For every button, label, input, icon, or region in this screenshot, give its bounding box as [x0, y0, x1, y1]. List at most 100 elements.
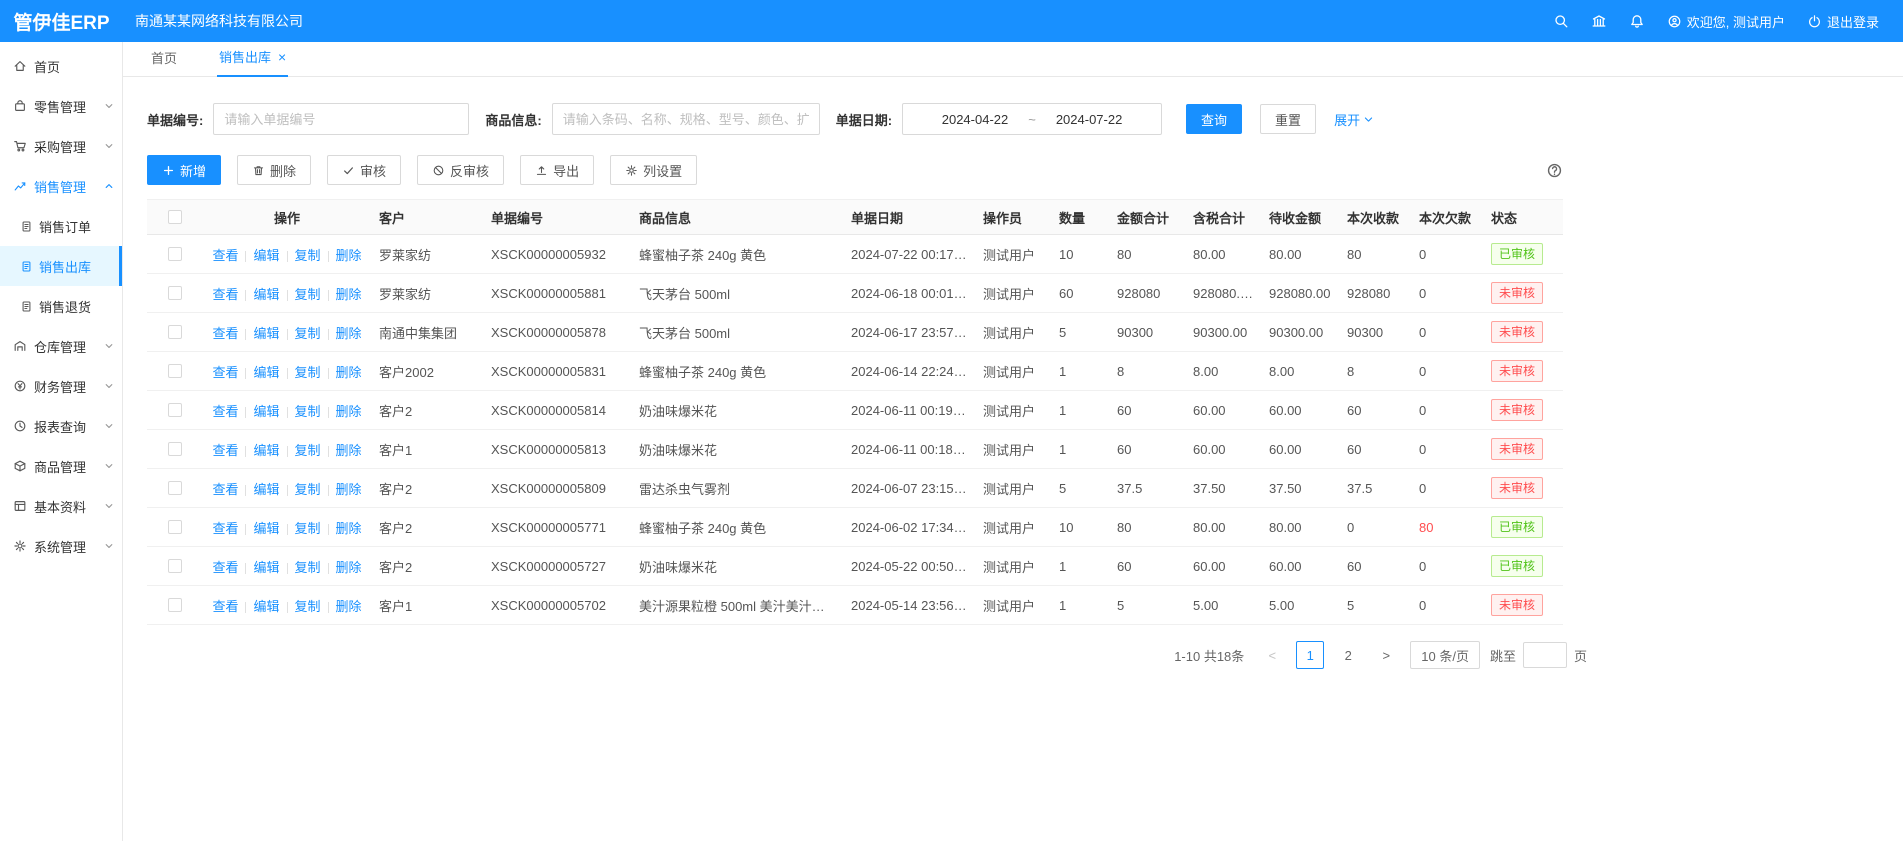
row-action-copy[interactable]: 复制 — [295, 482, 321, 497]
user-welcome[interactable]: 欢迎您, 测试用户 — [1667, 12, 1785, 31]
delete-button[interactable]: 删除 — [237, 155, 311, 185]
row-action-edit[interactable]: 编辑 — [253, 482, 279, 497]
row-action-view[interactable]: 查看 — [212, 443, 238, 458]
page-number-2[interactable]: 2 — [1334, 641, 1362, 669]
bell-icon[interactable] — [1629, 13, 1645, 29]
sidebar-item-goods[interactable]: 商品管理 — [0, 446, 122, 486]
product-info-input[interactable] — [552, 103, 820, 135]
row-action-copy[interactable]: 复制 — [295, 326, 321, 341]
sidebar-item-sales[interactable]: 销售管理 — [0, 166, 122, 206]
tab-home[interactable]: 首页 — [149, 48, 179, 76]
row-checkbox[interactable] — [168, 481, 182, 495]
add-button[interactable]: 新增 — [147, 155, 221, 185]
cell-operator: 测试用户 — [975, 430, 1051, 469]
sidebar-item-finance[interactable]: 财务管理 — [0, 366, 122, 406]
row-action-view[interactable]: 查看 — [212, 365, 238, 380]
row-action-copy[interactable]: 复制 — [295, 365, 321, 380]
row-checkbox[interactable] — [168, 325, 182, 339]
column-settings-button[interactable]: 列设置 — [610, 155, 697, 185]
bill-no-input[interactable] — [213, 103, 469, 135]
row-action-edit[interactable]: 编辑 — [253, 248, 279, 263]
bank-icon[interactable] — [1591, 13, 1607, 29]
jump-page-input[interactable] — [1523, 642, 1567, 668]
search-icon[interactable] — [1553, 13, 1569, 29]
prev-page-button[interactable]: < — [1258, 641, 1286, 669]
date-range-picker[interactable]: 2024-04-22 ~ 2024-07-22 — [902, 103, 1162, 135]
row-checkbox[interactable] — [168, 247, 182, 261]
row-action-view[interactable]: 查看 — [212, 560, 238, 575]
row-action-delete[interactable]: 删除 — [336, 248, 362, 263]
row-action-delete[interactable]: 删除 — [336, 599, 362, 614]
row-checkbox[interactable] — [168, 286, 182, 300]
row-action-view[interactable]: 查看 — [212, 404, 238, 419]
row-checkbox[interactable] — [168, 442, 182, 456]
sidebar-item-home[interactable]: 首页 — [0, 46, 122, 86]
row-action-delete[interactable]: 删除 — [336, 326, 362, 341]
row-action-copy[interactable]: 复制 — [295, 521, 321, 536]
sidebar-item-purchase[interactable]: 采购管理 — [0, 126, 122, 166]
sidebar-item-report[interactable]: 报表查询 — [0, 406, 122, 446]
sidebar-subitem-sales-return[interactable]: 销售退货 — [0, 286, 122, 326]
logout-button[interactable]: 退出登录 — [1807, 12, 1879, 31]
row-action-edit[interactable]: 编辑 — [253, 521, 279, 536]
action-divider — [245, 251, 246, 262]
row-action-edit[interactable]: 编辑 — [253, 365, 279, 380]
row-action-view[interactable]: 查看 — [212, 287, 238, 302]
row-action-copy[interactable]: 复制 — [295, 248, 321, 263]
export-button[interactable]: 导出 — [520, 155, 594, 185]
page-number-1[interactable]: 1 — [1296, 641, 1324, 669]
row-action-delete[interactable]: 删除 — [336, 365, 362, 380]
row-action-delete[interactable]: 删除 — [336, 404, 362, 419]
row-action-copy[interactable]: 复制 — [295, 443, 321, 458]
row-action-edit[interactable]: 编辑 — [253, 404, 279, 419]
row-checkbox[interactable] — [168, 364, 182, 378]
row-action-copy[interactable]: 复制 — [295, 560, 321, 575]
sidebar-item-warehouse[interactable]: 仓库管理 — [0, 326, 122, 366]
row-action-copy[interactable]: 复制 — [295, 404, 321, 419]
sidebar: 首页 零售管理 采购管理 销售管理 销售订单 销售出库 销售退货 仓库管理 财务… — [0, 42, 123, 841]
action-divider — [287, 446, 288, 457]
row-action-view[interactable]: 查看 — [212, 326, 238, 341]
reset-button[interactable]: 重置 — [1260, 104, 1316, 134]
row-action-view[interactable]: 查看 — [212, 248, 238, 263]
page-size-select[interactable]: 10 条/页 — [1410, 641, 1480, 669]
expand-link[interactable]: 展开 — [1334, 110, 1374, 129]
row-action-edit[interactable]: 编辑 — [253, 560, 279, 575]
row-checkbox[interactable] — [168, 520, 182, 534]
sidebar-subitem-sales-outbound[interactable]: 销售出库 — [0, 246, 122, 286]
sidebar-item-basic[interactable]: 基本资料 — [0, 486, 122, 526]
row-action-view[interactable]: 查看 — [212, 521, 238, 536]
sidebar-item-system[interactable]: 系统管理 — [0, 526, 122, 566]
row-checkbox[interactable] — [168, 598, 182, 612]
unaudit-button[interactable]: 反审核 — [417, 155, 504, 185]
row-action-edit[interactable]: 编辑 — [253, 326, 279, 341]
sidebar-subitem-sales-order[interactable]: 销售订单 — [0, 206, 122, 246]
row-checkbox[interactable] — [168, 403, 182, 417]
row-action-edit[interactable]: 编辑 — [253, 599, 279, 614]
help-icon[interactable] — [1546, 162, 1563, 179]
tab-sales-outbound[interactable]: 销售出库 × — [217, 47, 288, 77]
close-icon[interactable]: × — [278, 50, 286, 64]
cell-bill-no: XSCK00000005809 — [483, 469, 631, 508]
row-action-edit[interactable]: 编辑 — [253, 287, 279, 302]
search-button[interactable]: 查询 — [1186, 104, 1242, 134]
row-action-delete[interactable]: 删除 — [336, 443, 362, 458]
row-action-edit[interactable]: 编辑 — [253, 443, 279, 458]
row-checkbox[interactable] — [168, 559, 182, 573]
sidebar-item-retail[interactable]: 零售管理 — [0, 86, 122, 126]
cell-operator: 测试用户 — [975, 469, 1051, 508]
column-header: 客户 — [371, 200, 483, 235]
row-action-copy[interactable]: 复制 — [295, 599, 321, 614]
row-action-delete[interactable]: 删除 — [336, 521, 362, 536]
audit-button[interactable]: 审核 — [327, 155, 401, 185]
row-action-view[interactable]: 查看 — [212, 599, 238, 614]
row-action-delete[interactable]: 删除 — [336, 482, 362, 497]
row-action-delete[interactable]: 删除 — [336, 560, 362, 575]
select-all-checkbox[interactable] — [168, 210, 182, 224]
row-action-view[interactable]: 查看 — [212, 482, 238, 497]
row-action-delete[interactable]: 删除 — [336, 287, 362, 302]
chevron-down-icon — [104, 421, 114, 431]
cell-product: 奶油味爆米花 — [631, 547, 843, 586]
row-action-copy[interactable]: 复制 — [295, 287, 321, 302]
next-page-button[interactable]: > — [1372, 641, 1400, 669]
